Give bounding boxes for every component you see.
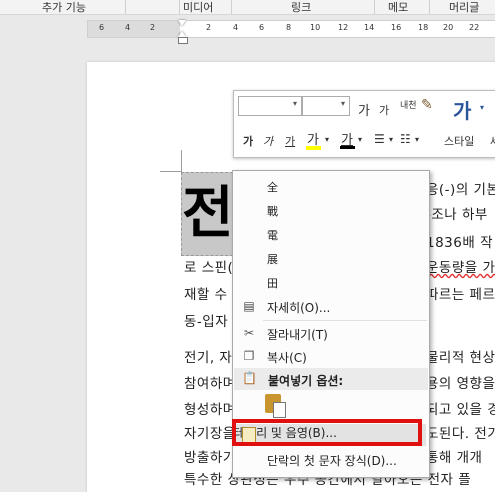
menu-item-details[interactable]: ▤ 자세히(O)... xyxy=(233,295,429,317)
ribbon-group-header: 머리글 xyxy=(449,1,480,14)
bullets-icon[interactable]: ☰ xyxy=(374,132,385,146)
font-name-combo[interactable]: ▾ xyxy=(238,96,302,116)
doc-text-line[interactable]: 용의 영향을 xyxy=(426,372,495,392)
doc-text-line[interactable]: 재할 수 xyxy=(184,283,228,303)
details-list-icon: ▤ xyxy=(243,299,255,313)
doc-text-line[interactable]: 동-입자 xyxy=(184,310,228,330)
phonetic-guide-button[interactable]: 내천 xyxy=(400,98,417,111)
ribbon-group-bar: 추가 기능 미디어 링크 메모 머리글 xyxy=(0,0,495,15)
ruler-number: 4 xyxy=(125,23,131,32)
doc-text-line[interactable]: 운동량을 가 xyxy=(426,256,495,276)
menu-item-char-option[interactable]: 田 xyxy=(233,271,429,293)
ruler-number: 6 xyxy=(259,23,265,32)
crop-mark xyxy=(160,171,182,172)
doc-text-line[interactable]: 따르는 페르 xyxy=(426,283,495,303)
ruler-number: 14 xyxy=(364,23,375,32)
ribbon-divider xyxy=(179,0,180,14)
format-painter-icon[interactable]: ✎ xyxy=(421,97,433,113)
italic-button[interactable]: 가 xyxy=(263,133,273,149)
grow-font-button[interactable]: 가 xyxy=(358,100,370,119)
chevron-down-icon[interactable]: ▾ xyxy=(480,103,484,112)
chevron-down-icon: ▾ xyxy=(292,99,297,108)
left-indent-marker[interactable] xyxy=(178,37,188,44)
menu-item-char-option[interactable]: 全 xyxy=(233,175,429,197)
doc-text-line[interactable]: 자기장을 xyxy=(184,422,236,442)
doc-text-line[interactable]: 물리적 현상 xyxy=(426,346,495,366)
ruler-number: 20 xyxy=(443,23,454,32)
first-line-indent-marker[interactable] xyxy=(178,20,186,26)
doc-text-line[interactable]: 되고 있을 경 xyxy=(426,398,495,418)
paste-icon: 📋 xyxy=(242,371,257,385)
doc-text-line[interactable]: 참여하며 xyxy=(184,372,236,392)
highlight-color-bar xyxy=(306,146,321,150)
ruler-number: 16 xyxy=(391,23,402,32)
menu-item-drop-cap[interactable]: 단락의 첫 문자 장식(D)... xyxy=(233,448,429,470)
ruler-number: 8 xyxy=(286,23,292,32)
ruler-number: 12 xyxy=(338,23,349,32)
chevron-down-icon[interactable]: ▾ xyxy=(325,135,329,144)
doc-text-line[interactable]: 1836배 작 xyxy=(426,231,493,251)
ribbon-divider xyxy=(374,0,375,14)
menu-divider xyxy=(263,320,427,321)
numbering-icon[interactable]: ☷ xyxy=(400,132,411,146)
doc-text-line[interactable]: 응(-)의 기본 xyxy=(426,178,495,198)
ribbon-group-comments: 메모 xyxy=(388,1,409,14)
menu-item-char-option[interactable]: 戰 xyxy=(233,199,429,221)
ribbon-divider xyxy=(231,0,232,14)
ruler-number: 6 xyxy=(99,23,105,32)
highlight-box xyxy=(232,419,422,446)
chevron-down-icon[interactable]: ▾ xyxy=(389,135,393,144)
drop-cap-character[interactable]: 전 xyxy=(181,172,233,256)
doc-text-line[interactable]: 통해 개개 xyxy=(426,446,482,466)
ruler-number: 4 xyxy=(233,23,239,32)
ribbon-group-addins: 추가 기능 xyxy=(42,1,86,14)
doc-text-line[interactable]: 도된다. 전기 xyxy=(426,422,495,442)
doc-text-line[interactable]: 방출하기 xyxy=(184,446,236,466)
chevron-down-icon: ▾ xyxy=(340,99,345,108)
ruler-number: 22 xyxy=(469,23,480,32)
styles-label[interactable]: 스타일 xyxy=(444,133,474,149)
ruler-number: 2 xyxy=(206,23,212,32)
copy-icon: ❐ xyxy=(243,349,255,363)
font-size-combo[interactable]: ▾ xyxy=(302,96,350,116)
chevron-down-icon[interactable]: ▾ xyxy=(358,135,362,144)
ruler-number: 2 xyxy=(150,23,156,32)
underline-button[interactable]: 가 xyxy=(285,133,295,149)
ruler-number: 18 xyxy=(418,23,429,32)
horizontal-ruler[interactable]: 6 4 2 2 4 6 8 10 12 14 16 18 20 22 xyxy=(87,20,495,38)
ribbon-divider xyxy=(125,0,126,14)
ruler-number: 10 xyxy=(310,23,321,32)
font-color-bar xyxy=(340,146,355,149)
styles-icon[interactable]: 가 xyxy=(453,95,471,124)
mini-toolbar: ▾ ▾ 가 가 내천 ✎ 가 ▾ 가 가 가 가 ▾ 가 ▾ ☰ ▾ ☷ ▾ 스… xyxy=(233,90,495,158)
scissors-icon: ✂ xyxy=(243,326,255,340)
ribbon-group-links: 링크 xyxy=(291,1,312,14)
chevron-down-icon[interactable]: ▾ xyxy=(415,135,419,144)
doc-text-line[interactable]: 전기, 자 xyxy=(184,346,232,366)
doc-text-line[interactable]: 로 스핀( xyxy=(184,256,233,276)
ribbon-divider xyxy=(429,0,430,14)
paste-keep-formatting-button[interactable] xyxy=(265,394,287,418)
page-icon xyxy=(273,402,286,418)
doc-text-line[interactable]: -조나 하부 xyxy=(426,203,488,223)
menu-item-char-option[interactable]: 電 xyxy=(233,223,429,245)
menu-item-cut[interactable]: ✂ 잘라내기(T) xyxy=(233,322,429,344)
crop-mark xyxy=(181,150,182,172)
doc-text-line[interactable]: 형성하며 xyxy=(184,398,236,418)
menu-item-char-option[interactable]: 展 xyxy=(233,247,429,269)
shrink-font-button[interactable]: 가 xyxy=(379,102,389,118)
paste-options-header: 📋 붙여넣기 옵션: xyxy=(234,368,428,390)
menu-item-copy[interactable]: ❐ 복사(C) xyxy=(233,345,429,367)
more-label[interactable]: 세 xyxy=(490,133,495,149)
ribbon-group-media: 미디어 xyxy=(183,1,214,14)
bold-button[interactable]: 가 xyxy=(243,133,253,149)
